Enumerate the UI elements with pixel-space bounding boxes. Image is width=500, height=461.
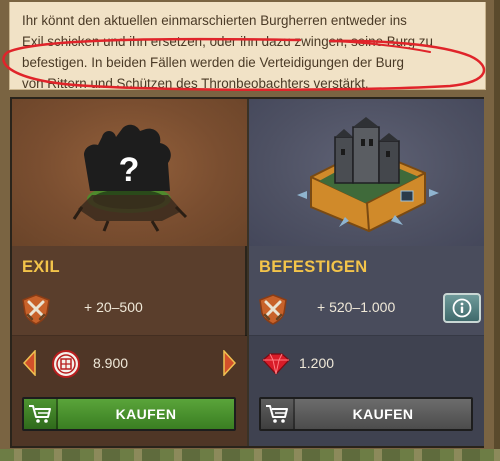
exil-illustration: ? <box>12 99 247 246</box>
options-container: ? EXIL + 20–500 8.900 KAUFEN BEFESTIGEN … <box>10 97 484 448</box>
exil-buy-label: KAUFEN <box>115 406 177 422</box>
ruby-icon <box>262 353 290 375</box>
option-exil: ? EXIL + 20–500 8.900 KAUFEN <box>12 99 247 446</box>
befestigen-buy-button[interactable]: KAUFEN <box>259 397 473 431</box>
crossed-swords-shield-icon <box>259 294 287 325</box>
description-line-3: befestigen. In beiden Fällen werden die … <box>22 55 404 70</box>
exil-cost-area: 8.900 KAUFEN <box>12 336 247 446</box>
befestigen-illustration <box>249 99 484 246</box>
next-currency-arrow-icon[interactable] <box>222 350 236 376</box>
crossed-swords-shield-icon <box>22 294 50 325</box>
exil-price: 8.900 <box>93 355 129 371</box>
previous-currency-arrow-icon[interactable] <box>23 350 37 376</box>
exil-buy-button[interactable]: KAUFEN <box>22 397 236 431</box>
option-befestigen: BEFESTIGEN + 520–1.000 1.200 KAUFEN <box>249 99 484 446</box>
exil-title: EXIL <box>22 258 60 276</box>
svg-text:?: ? <box>119 151 140 189</box>
befestigen-title: BEFESTIGEN <box>259 258 368 276</box>
description-line-4: von Rittern und Schützen des Thronbeobac… <box>22 76 369 91</box>
background-strip <box>0 449 500 461</box>
befestigen-cost-area: 1.200 KAUFEN <box>249 336 484 446</box>
befestigen-range: + 520–1.000 <box>317 299 396 315</box>
cart-icon <box>24 399 58 429</box>
befestigen-price: 1.200 <box>299 355 335 371</box>
befestigen-buy-label: KAUFEN <box>352 406 414 422</box>
exil-range: + 20–500 <box>84 299 143 315</box>
coin-icon <box>52 350 80 378</box>
description-line-1: Ihr könnt den aktuellen einmarschierten … <box>22 13 407 28</box>
cart-icon <box>261 399 295 429</box>
description-box: Ihr könnt den aktuellen einmarschierten … <box>9 2 486 91</box>
info-icon <box>452 298 472 318</box>
info-button[interactable] <box>443 293 481 323</box>
description-line-2: Exil schicken und ihn ersetzen, oder ihn… <box>22 34 433 49</box>
